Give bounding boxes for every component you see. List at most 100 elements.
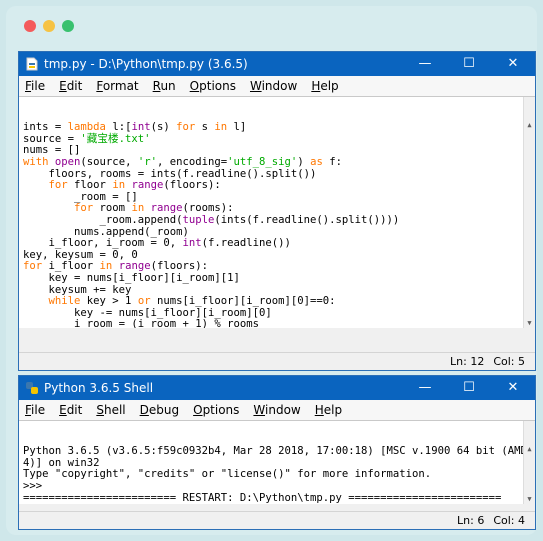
menu-window[interactable]: Window [250,79,297,93]
code-token: in [214,121,228,134]
code-token: '藏宝楼.txt' [80,132,151,145]
menu-window[interactable]: Window [253,403,300,417]
editor-title: tmp.py - D:\Python\tmp.py (3.6.5) [44,57,248,71]
code-token: for [176,121,196,134]
menu-options[interactable]: Options [190,79,236,93]
code-token: in [99,260,113,273]
menu-format[interactable]: Format [96,79,138,93]
python-file-icon [26,57,38,71]
code-token: key, keysum = 0, 0 [23,248,138,261]
editor-window: tmp.py - D:\Python\tmp.py (3.6.5) — ☐ ✕ … [18,51,536,371]
code-token: floors, rooms = ints(f.readline().split(… [23,167,317,180]
code-editor[interactable]: ints = lambda l:[int(s) for s in l] sourc… [19,96,535,328]
minimize-icon[interactable]: — [403,376,447,400]
code-token: room [93,202,132,215]
code-token: int [131,121,151,134]
col-indicator: Col: 5 [493,355,525,368]
line-indicator: Ln: 6 [457,514,485,527]
shell-menubar: File Edit Shell Debug Options Window Hel… [19,400,535,420]
minimize-icon[interactable]: — [403,52,447,76]
code-token: lambda [67,121,106,134]
code-token: in [131,202,145,215]
code-token: or [137,295,151,308]
menu-edit[interactable]: Edit [59,79,82,93]
code-token: (ints(f.readline().split()))) [214,213,400,226]
editor-scrollbar[interactable]: ▲ ▼ [523,97,535,328]
shell-scrollbar[interactable]: ▲ ▼ [523,421,535,504]
mac-window-lights [24,20,74,32]
close-icon[interactable]: ✕ [491,376,535,400]
code-token: as [310,155,323,168]
scroll-down-icon[interactable]: ▼ [524,318,535,328]
editor-menubar: File Edit Format Run Options Window Help [19,76,535,96]
menu-shell[interactable]: Shell [96,403,125,417]
scroll-up-icon[interactable]: ▲ [524,444,535,454]
code-token: range [150,202,183,215]
shell-output[interactable]: Python 3.6.5 (v3.6.5:f59c0932b4, Mar 28 … [19,420,535,504]
code-token: floor [67,179,113,192]
close-light-icon[interactable] [24,20,36,32]
maximize-icon[interactable]: ☐ [447,52,491,76]
code-token: for [74,202,94,215]
code-token: range [131,179,164,192]
code-token: i_floor [42,260,100,273]
code-token: key = nums[i_floor][i_room][1] [23,271,240,284]
maximize-icon[interactable]: ☐ [447,376,491,400]
menu-file[interactable]: File [25,79,45,93]
code-token: , encoding= [156,155,228,168]
code-token: (source, [80,155,138,168]
editor-statusbar: Ln: 12 Col: 5 [19,352,535,370]
menu-help[interactable]: Help [311,79,338,93]
menu-file[interactable]: File [25,403,45,417]
code-token: l] [227,121,247,134]
code-token: (rooms): [182,202,234,215]
code-token: for [48,179,68,192]
shell-lines: Python 3.6.5 (v3.6.5:f59c0932b4, Mar 28 … [23,445,533,504]
code-token: 'r' [137,155,157,168]
col-indicator: Col: 4 [493,514,525,527]
code-token: key -= nums[i_floor][i_room][0] [23,306,272,319]
shell-window: Python 3.6.5 Shell — ☐ ✕ File Edit Shell… [18,375,536,530]
shell-line: Type "copyright", "credits" or "license(… [23,469,521,481]
code-token: while [48,295,81,308]
code-lines: ints = lambda l:[int(s) for s in l] sourc… [23,121,521,328]
code-token: nums.append(_room) [23,225,189,238]
code-token: range [118,260,151,273]
menu-options[interactable]: Options [193,403,239,417]
minimize-light-icon[interactable] [43,20,55,32]
code-token: _room.append( [23,213,183,226]
shell-statusbar: Ln: 6 Col: 4 [19,511,535,529]
code-token: i_floor, i_room = 0, [23,237,183,250]
screenshot-frame: tmp.py - D:\Python\tmp.py (3.6.5) — ☐ ✕ … [6,6,537,535]
code-token: i_room = (i_room + 1) % rooms [23,318,259,328]
close-icon[interactable]: ✕ [491,52,535,76]
shell-token: >>> [23,479,49,492]
line-indicator: Ln: 12 [450,355,485,368]
shell-token: Type "copyright", "credits" or "license(… [23,468,432,481]
code-token: s [195,121,215,134]
code-token: f: [322,155,342,168]
menu-debug[interactable]: Debug [140,403,179,417]
menu-run[interactable]: Run [153,79,176,93]
code-line: source = '藏宝楼.txt' [23,132,521,146]
shell-line: ======================== RESTART: D:\Pyt… [23,491,521,504]
menu-edit[interactable]: Edit [59,403,82,417]
code-token: nums[i_floor][i_room][0]==0: [150,295,336,308]
code-token: (floors): [163,179,221,192]
menu-help[interactable]: Help [315,403,342,417]
shell-token: Python 3.6.5 (v3.6.5:f59c0932b4, Mar 28 … [23,445,534,458]
python-logo-icon [26,382,38,394]
shell-token: 5 [23,503,29,504]
scroll-up-icon[interactable]: ▲ [524,120,535,130]
scroll-down-icon[interactable]: ▼ [524,494,535,504]
code-token: (f.readline()) [201,237,291,250]
code-token: ints = [23,121,68,134]
zoom-light-icon[interactable] [62,20,74,32]
editor-titlebar: tmp.py - D:\Python\tmp.py (3.6.5) — ☐ ✕ [19,52,535,76]
shell-token: ======================== RESTART: D:\Pyt… [23,491,502,504]
code-token: keysum += key [23,283,132,296]
code-token: int [182,237,202,250]
code-token: tuple [182,213,215,226]
